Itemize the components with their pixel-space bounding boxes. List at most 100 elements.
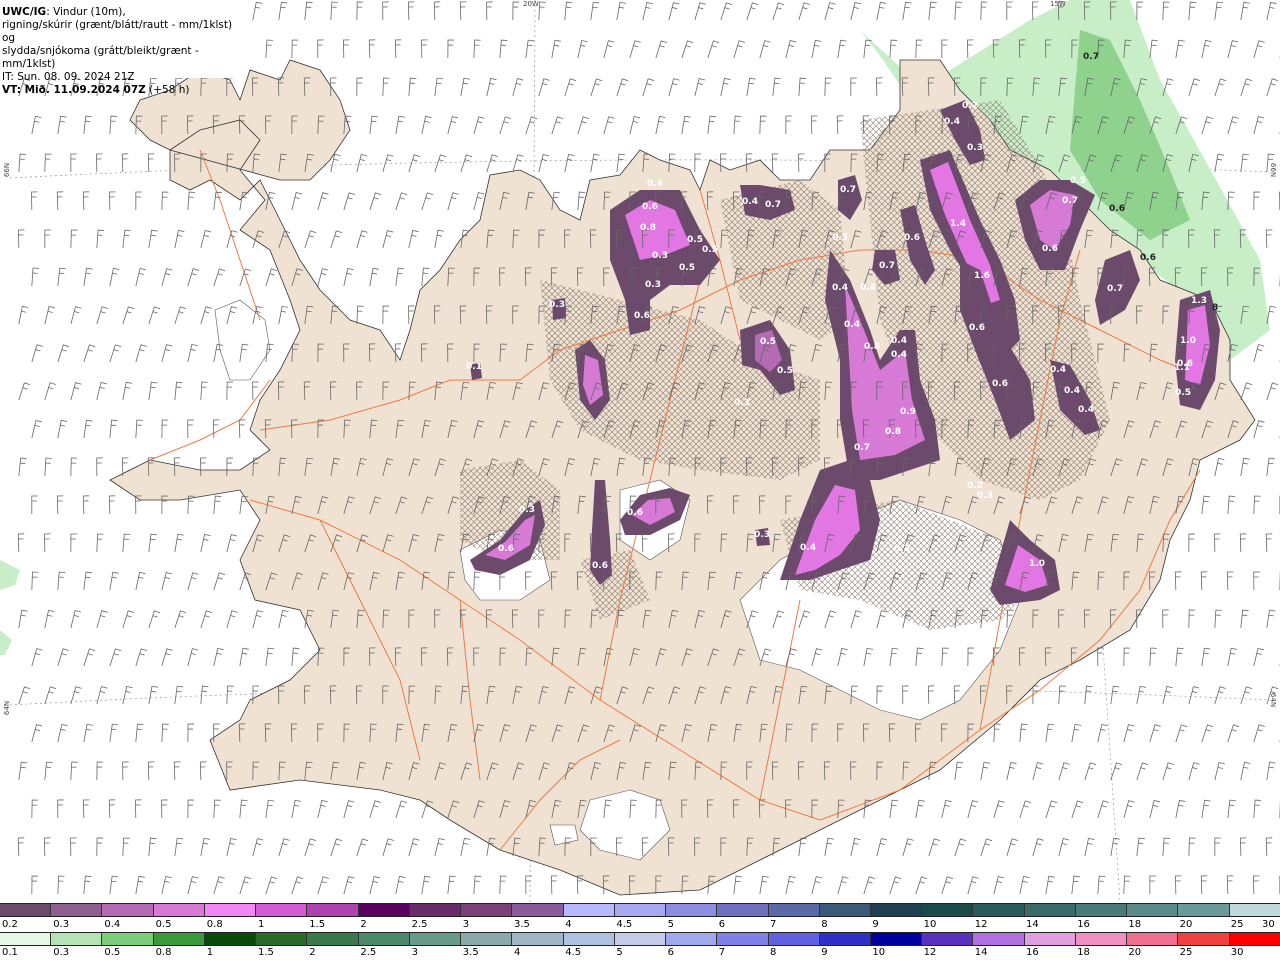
precip-label: 0.4	[742, 197, 758, 207]
precip-label: 0.6	[1109, 204, 1125, 214]
precip-label: 1.0	[1029, 559, 1045, 569]
colorbar-swatch	[204, 933, 257, 945]
colorbar-label: 16	[1026, 947, 1039, 958]
precip-label: 0.7	[1107, 284, 1123, 294]
colorbar-label: 20	[1128, 947, 1142, 958]
grid-label-64n-right: 64N	[1269, 692, 1278, 708]
valid-time: VT: Mið. 11.09.2024 07Z	[2, 84, 146, 96]
precip-label: 0.5	[702, 245, 718, 255]
rain-colorbar-labels: 0.1 0.3 0.5 0.8 1 1.5 2 2.5 3 3.5 4 4.5 5 6 7 8 9 10 12 14 1…	[0, 947, 1280, 959]
colorbar-swatch	[51, 933, 103, 945]
snow-colorbar	[0, 903, 1280, 917]
precip-label: 0.8	[864, 342, 880, 352]
precip-label: 0.4	[800, 543, 816, 553]
colorbar-swatch	[307, 904, 359, 916]
colorbar-label: 0.8	[206, 919, 223, 930]
rain-colorbar	[0, 932, 1280, 946]
colorbar-swatch	[563, 904, 615, 916]
precip-label: 0.2	[962, 101, 978, 111]
colorbar-swatch	[358, 904, 410, 916]
precip-label: 0.4	[647, 179, 663, 189]
colorbar-swatch	[717, 904, 769, 916]
colorbar-label: 7	[718, 947, 726, 958]
colorbar-swatch	[870, 933, 923, 945]
colorbar-label: 0.3	[53, 947, 70, 958]
colorbar-swatch	[51, 904, 103, 916]
precip-label: 0.4	[891, 336, 907, 346]
colorbar-label: 6	[718, 919, 726, 930]
colorbar-swatch	[461, 904, 513, 916]
precip-label: 0.4	[1050, 365, 1066, 375]
colorbar-swatch	[102, 933, 154, 945]
precip-label: 0.1	[466, 362, 482, 372]
colorbar-label: 1	[206, 947, 214, 958]
precip-label: 0.7	[1062, 196, 1078, 206]
precip-label: 0.5	[679, 263, 695, 273]
colorbar-swatch	[1178, 904, 1230, 916]
initial-time: IT: Sun. 08. 09. 2024 21Z	[2, 71, 135, 83]
map-header: UWC/IG: Vindur (10m), rigning/skúrir (gr…	[0, 0, 240, 96]
precip-label: 0.3	[967, 143, 983, 153]
grid-label-64n-left: 64N	[3, 700, 12, 716]
header-line1: : Vindur (10m),	[46, 6, 126, 18]
colorbar-swatch	[512, 904, 564, 916]
precip-label: 0.3	[832, 233, 848, 243]
colorbar-label: 2	[360, 919, 367, 930]
colorbar-swatch	[307, 933, 359, 945]
colorbar-swatch	[614, 904, 667, 916]
precip-label: 0.5	[1070, 176, 1086, 186]
colorbar-label: 0.1	[2, 947, 18, 958]
colorbar-label: 4	[514, 947, 521, 958]
precip-label: 0.6	[1177, 359, 1193, 369]
colorbar-label: 3.5	[514, 919, 530, 930]
colorbar-label: 2.5	[411, 919, 428, 930]
colorbar-swatch	[461, 933, 513, 945]
precip-label: 0.6	[1140, 253, 1156, 263]
colorbar-label: 5	[667, 919, 674, 930]
colorbar-swatch	[1127, 904, 1179, 916]
colorbar-label: 2	[309, 947, 316, 958]
colorbar-label: 9	[872, 919, 879, 930]
precip-label: 0.4	[832, 283, 848, 293]
precip-label: 0.3	[754, 530, 770, 540]
colorbar-label: 10	[923, 919, 937, 930]
colorbar-label: 18	[1128, 919, 1142, 930]
colorbar-swatch	[204, 904, 257, 916]
colorbar-label: 2.5	[360, 947, 377, 958]
precip-label: 0.6	[634, 311, 650, 321]
precip-label: 0.6	[1042, 244, 1058, 254]
colorbar-label: 7	[770, 919, 777, 930]
colorbar-label: 30	[1230, 947, 1244, 958]
colorbar-label: 0.5	[155, 919, 172, 930]
precip-label: 0.5	[687, 235, 703, 245]
colorbar-swatch	[0, 904, 52, 916]
colorbar-swatch	[0, 933, 52, 945]
colorbar-swatch	[256, 933, 308, 945]
precip-label: 0.7	[879, 261, 895, 271]
colorbar-label: 4.5	[565, 947, 582, 958]
precip-label: 0.4	[860, 283, 876, 293]
colorbar-swatch	[1024, 904, 1076, 916]
precip-label: 0.3	[652, 251, 668, 261]
colorbar-swatch	[819, 904, 871, 916]
precip-label: 0.3	[894, 544, 910, 554]
colorbar-label: 30	[1262, 919, 1275, 930]
precip-label: 1.6	[974, 271, 990, 281]
colorbar-label: 25	[1179, 947, 1193, 958]
colorbar-label: 8	[770, 947, 777, 958]
precip-label: 0.4	[1064, 386, 1080, 396]
colorbar-label: 0.8	[155, 947, 172, 958]
colorbar-swatch	[1229, 904, 1280, 916]
colorbar-label: 14	[1026, 919, 1039, 930]
precip-label: 0.3	[734, 398, 750, 408]
colorbar-swatch	[102, 904, 154, 916]
colorbar-swatch	[563, 933, 615, 945]
precip-label: 0.7	[854, 443, 870, 453]
precip-label: 1.4	[950, 219, 966, 229]
colorbar-swatch	[973, 933, 1025, 945]
header-line3: slydda/snjókoma (grátt/bleikt/grænt - mm…	[2, 45, 199, 70]
colorbar-label: 0.3	[53, 919, 70, 930]
colorbar-label: 1.5	[309, 919, 326, 930]
valid-time-offset: (+58 h)	[145, 84, 190, 96]
precip-label: 8	[1212, 303, 1218, 313]
